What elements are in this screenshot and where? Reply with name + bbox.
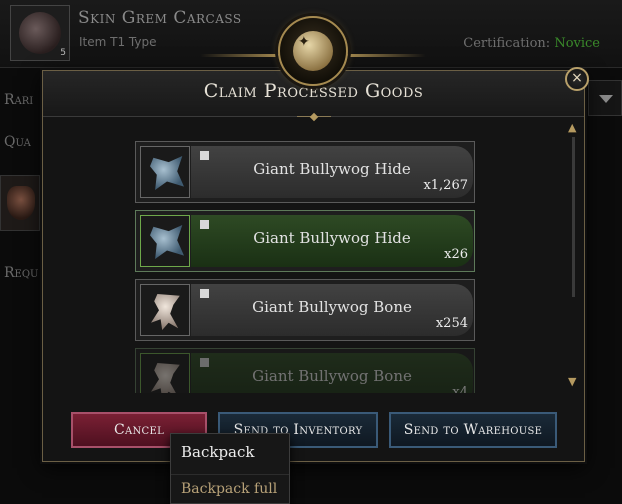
list-item[interactable]: Giant Bullywog Bone x4 — [135, 348, 475, 393]
hide-icon — [150, 225, 184, 259]
item-icon-slot — [140, 146, 190, 198]
claim-goods-dialog: Claim Processed Goods Giant Bullywog Hid… — [42, 70, 585, 462]
certification-label: Certification: — [463, 36, 551, 51]
item-count: x26 — [444, 247, 468, 262]
side-item-slot[interactable] — [0, 175, 40, 231]
emblem-wing-left — [200, 54, 280, 57]
claw-icon — [7, 186, 35, 220]
item-thumbnail: 5 — [10, 5, 70, 61]
menu-item-backpack-full[interactable]: Backpack full — [181, 481, 277, 497]
menu-divider — [171, 474, 289, 475]
item-icon-slot — [140, 284, 190, 336]
certification-value: Novice — [554, 36, 600, 51]
item-type: Item T1 Type — [79, 35, 157, 49]
menu-item-backpack[interactable]: Backpack — [181, 443, 255, 461]
filter-dropdown[interactable] — [588, 80, 622, 116]
item-name: Giant Bullywog Hide — [253, 160, 411, 178]
certification: Certification: Novice — [463, 36, 600, 51]
list-item[interactable]: Giant Bullywog Hide x26 — [135, 210, 475, 272]
goods-list[interactable]: Giant Bullywog Hide x1,267 Giant Bullywo… — [135, 139, 475, 393]
close-button[interactable]: × — [565, 67, 589, 91]
scroll-up-icon[interactable]: ▲ — [568, 121, 576, 134]
item-name: Giant Bullywog Hide — [253, 229, 411, 247]
item-name: Giant Bullywog Bone — [252, 367, 412, 385]
item-title: Skin Grem Carcass — [78, 8, 242, 28]
requirement-label: Requ — [4, 265, 39, 281]
send-to-warehouse-button[interactable]: Send to Warehouse — [389, 412, 557, 448]
star-icon: ✦ — [298, 34, 310, 50]
destination-dropdown-menu: Backpack Backpack full — [170, 433, 290, 504]
checkbox[interactable] — [200, 220, 209, 229]
carcass-icon — [19, 12, 61, 54]
item-icon-slot — [140, 353, 190, 393]
quality-label: Qua — [4, 134, 31, 150]
emblem-wing-right — [346, 54, 426, 57]
item-quantity: 5 — [60, 48, 66, 58]
list-item[interactable]: Giant Bullywog Bone x254 — [135, 279, 475, 341]
scrollbar[interactable] — [572, 137, 575, 297]
checkbox[interactable] — [200, 289, 209, 298]
ornament-icon — [297, 114, 331, 120]
checkbox[interactable] — [200, 151, 209, 160]
emblem-icon: ✦ — [278, 16, 348, 86]
scroll-down-icon[interactable]: ▼ — [568, 375, 576, 388]
item-count: x254 — [435, 316, 468, 331]
checkbox[interactable] — [200, 358, 209, 367]
item-count: x4 — [452, 385, 468, 393]
item-name: Giant Bullywog Bone — [252, 298, 412, 316]
bone-icon — [151, 294, 180, 330]
bone-icon — [151, 363, 180, 393]
item-count: x1,267 — [423, 178, 468, 193]
list-item[interactable]: Giant Bullywog Hide x1,267 — [135, 141, 475, 203]
rarity-label: Rari — [4, 92, 34, 108]
chevron-down-icon — [599, 95, 613, 103]
hide-icon — [150, 156, 184, 190]
item-icon-slot — [140, 215, 190, 267]
